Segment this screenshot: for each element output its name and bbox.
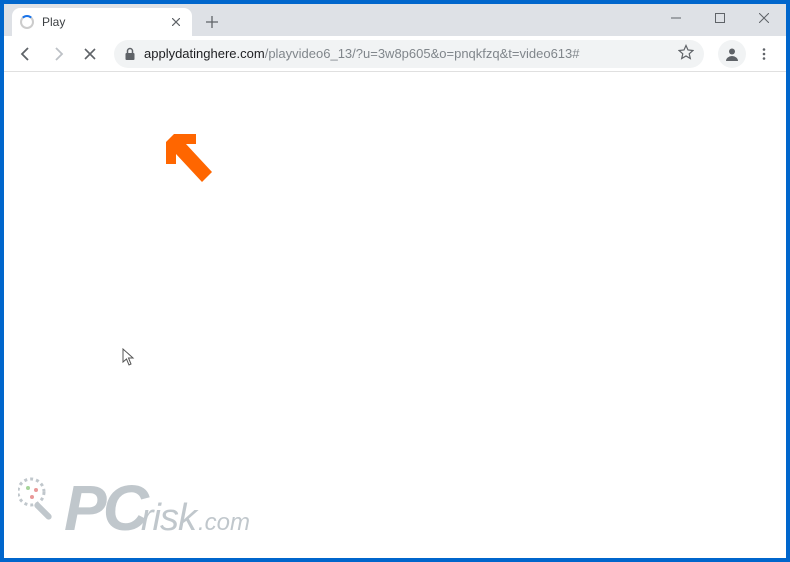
- window-controls: [654, 4, 786, 32]
- lock-icon: [124, 47, 136, 61]
- page-content: PC risk .com: [4, 72, 786, 558]
- annotation-arrow-icon: [164, 132, 224, 197]
- mouse-cursor-icon: [122, 348, 136, 371]
- watermark-risk: risk: [141, 497, 196, 540]
- watermark: PC risk .com: [18, 472, 250, 540]
- browser-window: Play: [4, 4, 786, 558]
- watermark-pc: PC: [64, 476, 145, 540]
- bookmark-star-icon[interactable]: [678, 44, 694, 63]
- toolbar: applydatinghere.com/playvideo6_13/?u=3w8…: [4, 36, 786, 72]
- maximize-button[interactable]: [698, 4, 742, 32]
- close-window-button[interactable]: [742, 4, 786, 32]
- url-text: applydatinghere.com/playvideo6_13/?u=3w8…: [144, 46, 580, 61]
- address-bar[interactable]: applydatinghere.com/playvideo6_13/?u=3w8…: [114, 40, 704, 68]
- back-button[interactable]: [12, 40, 40, 68]
- stop-reload-button[interactable]: [76, 40, 104, 68]
- new-tab-button[interactable]: [198, 8, 226, 36]
- watermark-com: .com: [198, 509, 250, 537]
- minimize-button[interactable]: [654, 4, 698, 32]
- close-tab-icon[interactable]: [168, 14, 184, 30]
- watermark-logo-icon: [18, 472, 62, 530]
- loading-spinner-icon: [20, 15, 34, 29]
- url-path: /playvideo6_13/?u=3w8p605&o=pnqkfzq&t=vi…: [265, 46, 580, 61]
- tab-title: Play: [42, 15, 168, 29]
- tab-strip: Play: [4, 4, 786, 36]
- profile-button[interactable]: [718, 40, 746, 68]
- forward-button[interactable]: [44, 40, 72, 68]
- menu-button[interactable]: [750, 40, 778, 68]
- url-domain: applydatinghere.com: [144, 46, 265, 61]
- browser-tab[interactable]: Play: [12, 8, 192, 36]
